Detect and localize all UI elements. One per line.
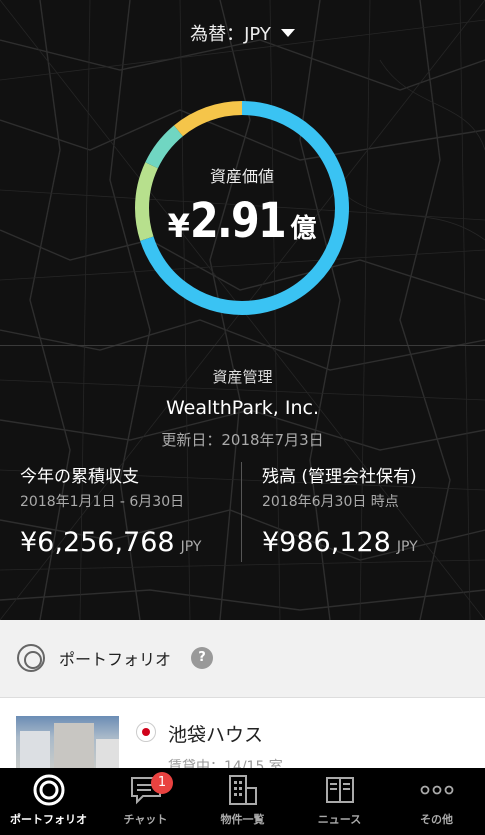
tab-portfolio[interactable]: ポートフォリオ	[0, 768, 97, 835]
chat-badge: 1	[151, 772, 173, 794]
tab-label: 物件一覧	[220, 813, 265, 826]
tab-bar: ポートフォリオ 1 チャット 物件一覧 ニュース その他	[0, 768, 485, 835]
stat-period: 2018年6月30日 時点	[262, 494, 399, 510]
stat-amount: ¥6,256,768	[20, 527, 175, 558]
stat-title: 残高 (管理会社保有)	[262, 467, 417, 487]
currency-label: 為替：JPY	[190, 24, 271, 45]
management-company: WealthPark, Inc.	[165, 397, 320, 419]
stat-amount: ¥986,128	[262, 527, 391, 558]
stats-row: 今年の累積収支 2018年1月1日 - 6月30日 ¥6,256,768 JPY…	[0, 462, 485, 562]
asset-value-amount: 2.91	[189, 193, 287, 249]
help-icon[interactable]: ?	[191, 647, 214, 669]
stat-period: 2018年1月1日 - 6月30日	[20, 494, 185, 510]
caret-down-icon	[280, 29, 295, 37]
property-thumbnail	[16, 716, 119, 769]
summary-hero: 為替：JPY 資産価値 ¥ 2.91 億 資産管理 WealthPark, In…	[0, 0, 485, 620]
portfolio-panel: ポートフォリオ ? 池袋ハウス 賃貸中：14/15 室	[0, 620, 485, 775]
news-icon	[322, 773, 358, 807]
vertical-divider	[241, 462, 242, 562]
stat-currency: JPY	[396, 539, 418, 555]
divider	[0, 345, 485, 346]
building-icon	[225, 773, 261, 807]
property-name: 池袋ハウス	[168, 724, 264, 746]
asset-value-unit: 億	[290, 214, 317, 244]
portfolio-icon	[17, 644, 45, 672]
tab-label: ポートフォリオ	[10, 813, 87, 826]
tab-more[interactable]: その他	[388, 768, 485, 835]
asset-value-display: 資産価値 ¥ 2.91 億	[131, 97, 353, 319]
portfolio-title: ポートフォリオ	[59, 650, 172, 669]
tab-news[interactable]: ニュース	[291, 768, 388, 835]
managed-balance: 残高 (管理会社保有) 2018年6月30日 時点 ¥986,128 JPY	[262, 462, 418, 558]
tab-label: チャット	[123, 813, 168, 826]
tab-property-list[interactable]: 物件一覧	[194, 768, 291, 835]
japan-flag-icon	[136, 722, 156, 742]
portfolio-icon	[31, 773, 67, 807]
cumulative-balance: 今年の累積収支 2018年1月1日 - 6月30日 ¥6,256,768 JPY	[20, 462, 201, 558]
stat-title: 今年の累積収支	[20, 467, 139, 487]
tab-chat[interactable]: 1 チャット	[97, 768, 194, 835]
asset-value-label: 資産価値	[209, 167, 274, 186]
stat-currency: JPY	[180, 539, 202, 555]
property-card[interactable]: 池袋ハウス 賃貸中：14/15 室	[0, 697, 485, 775]
updated-date: 更新日：2018年7月3日	[161, 431, 324, 449]
yen-symbol: ¥	[167, 207, 190, 245]
management-label: 資産管理	[212, 368, 273, 386]
management-info: 資産管理 WealthPark, Inc. 更新日：2018年7月3日	[0, 366, 485, 450]
more-icon	[419, 773, 455, 807]
portfolio-section-header: ポートフォリオ ?	[0, 620, 485, 696]
tab-label: その他	[420, 813, 453, 826]
currency-selector[interactable]: 為替：JPY	[0, 20, 485, 46]
tab-label: ニュース	[317, 813, 362, 826]
